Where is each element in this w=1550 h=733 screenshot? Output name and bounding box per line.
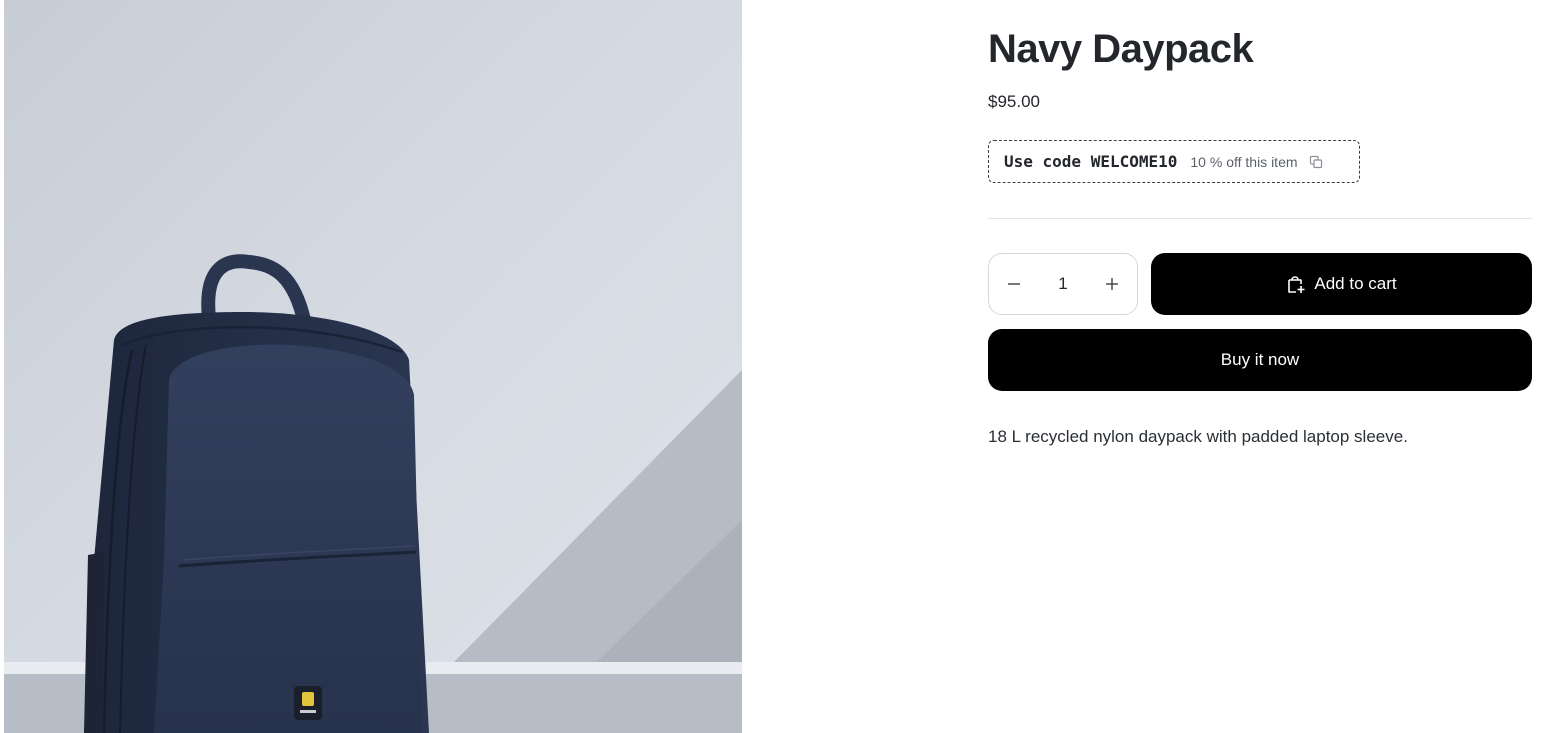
product-title: Navy Daypack	[988, 27, 1254, 71]
product-image	[4, 0, 742, 733]
quantity-stepper	[988, 253, 1138, 315]
buy-now-label: Buy it now	[1220, 350, 1300, 369]
product-description: 18 L recycled nylon daypack with padded …	[988, 427, 1408, 446]
add-to-cart-label: Add to cart	[1314, 274, 1397, 293]
quantity-input[interactable]	[1043, 274, 1083, 294]
increase-quantity-button[interactable]	[1087, 254, 1137, 314]
coupon-code: Use code WELCOME10	[1004, 152, 1178, 171]
coupon-box[interactable]: Use code WELCOME10 10 % off this item	[988, 140, 1360, 183]
product-price: $95.00	[988, 92, 1040, 111]
coupon-description: 10 % off this item	[1190, 153, 1298, 170]
minus-icon	[1008, 283, 1020, 285]
shopping-bag-plus-icon	[1288, 276, 1305, 293]
copy-icon[interactable]	[1309, 155, 1323, 169]
decrease-quantity-button[interactable]	[989, 254, 1039, 314]
product-page: Navy Daypack $95.00 Use code WELCOME10 1…	[0, 0, 1550, 733]
buy-now-button[interactable]: Buy it now	[988, 329, 1532, 391]
divider	[988, 218, 1532, 219]
add-to-cart-button[interactable]: Add to cart	[1151, 253, 1532, 315]
plus-icon	[1106, 278, 1118, 290]
